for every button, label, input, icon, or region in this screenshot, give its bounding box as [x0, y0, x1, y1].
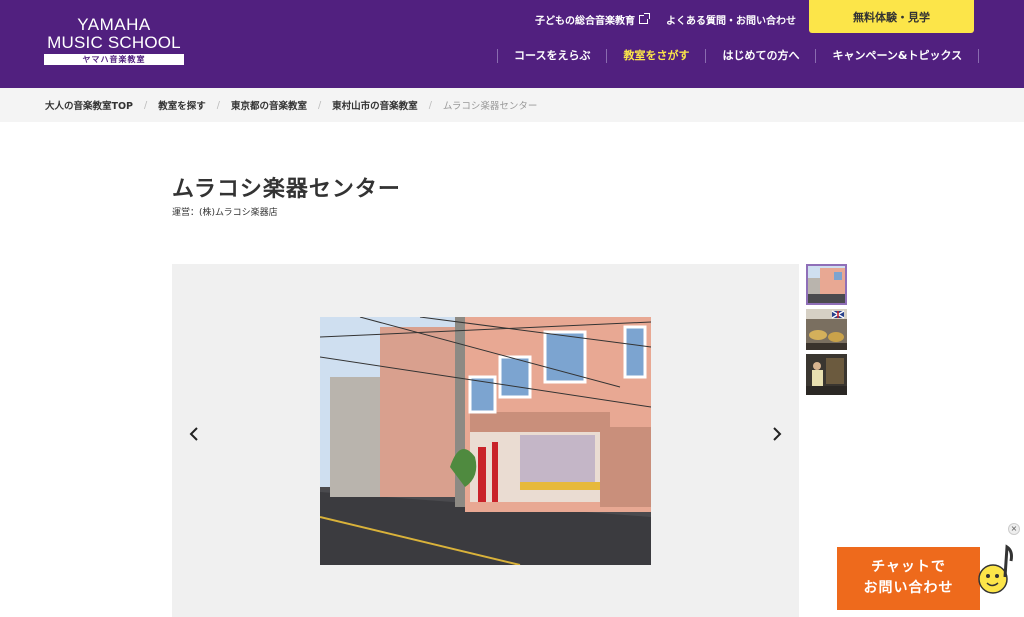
- breadcrumb-separator: /: [428, 99, 432, 111]
- util-link-kids-education[interactable]: 子どもの総合音楽教育: [535, 12, 650, 27]
- breadcrumb: 大人の音楽教室TOP / 教室を探す / 東京都の音楽教室 / 東村山市の音楽教…: [0, 88, 1024, 122]
- util-link-faq-contact[interactable]: よくある質問・お問い合わせ: [666, 12, 796, 27]
- nav-item-beginners[interactable]: はじめての方へ: [706, 48, 815, 64]
- nav-separator: [978, 49, 980, 63]
- logo-line-3: ヤマハ音楽教室: [44, 54, 184, 65]
- operator-text: 運営：(株)ムラコシ楽器店: [172, 208, 278, 218]
- breadcrumb-item[interactable]: 東京都の音楽教室: [231, 98, 307, 112]
- breadcrumb-item[interactable]: 教室を探す: [158, 98, 206, 112]
- chat-contact-button[interactable]: チャットで お問い合わせ: [837, 547, 980, 610]
- breadcrumb-item[interactable]: 大人の音楽教室TOP: [45, 98, 133, 112]
- yamaha-logo[interactable]: YAMAHA MUSIC SCHOOL ヤマハ音楽教室: [44, 16, 184, 65]
- chat-label-line-1: チャットで: [871, 559, 946, 575]
- free-trial-button[interactable]: 無料体験・見学: [809, 0, 974, 33]
- page-title: ムラコシ楽器センター: [172, 177, 401, 202]
- gallery-thumbnails: [806, 264, 848, 399]
- logo-line-1: YAMAHA: [77, 15, 151, 34]
- gallery-thumbnail-3[interactable]: [806, 354, 847, 395]
- gallery-thumbnail-1[interactable]: [806, 264, 847, 305]
- chevron-left-icon[interactable]: [188, 427, 202, 441]
- shop-interior-thumb: [806, 354, 847, 395]
- chat-label-line-2: お問い合わせ: [863, 580, 954, 596]
- chevron-right-icon[interactable]: [769, 427, 783, 441]
- breadcrumb-separator: /: [317, 99, 322, 111]
- utility-links: 子どもの総合音楽教育 よくある質問・お問い合わせ: [535, 12, 796, 27]
- external-link-icon: [639, 13, 650, 24]
- storefront-thumb: [806, 264, 847, 305]
- chat-close-button[interactable]: ×: [1008, 523, 1020, 535]
- site-header: YAMAHA MUSIC SCHOOL ヤマハ音楽教室 子どもの総合音楽教育 よ…: [0, 0, 1024, 88]
- nav-item-courses[interactable]: コースをえらぶ: [498, 48, 606, 64]
- music-note-mascot-icon: [978, 544, 1013, 594]
- nav-item-campaign-topics[interactable]: キャンペーン&トピックス: [816, 48, 978, 64]
- breadcrumb-separator: /: [216, 99, 220, 111]
- breadcrumb-separator: /: [144, 99, 148, 111]
- gallery-main-photo: [320, 317, 651, 565]
- gallery-thumbnail-2[interactable]: [806, 309, 847, 350]
- nav-item-find-school[interactable]: 教室をさがす: [607, 48, 705, 64]
- logo-line-2: MUSIC SCHOOL: [47, 33, 181, 52]
- storefront-photo: [320, 317, 651, 565]
- photo-gallery: [172, 264, 799, 617]
- breadcrumb-current: ムラコシ楽器センター: [442, 101, 538, 112]
- global-nav: コースをえらぶ 教室をさがす はじめての方へ キャンペーン&トピックス: [497, 48, 980, 64]
- breadcrumb-item[interactable]: 東村山市の音楽教室: [332, 98, 418, 112]
- classroom-thumb: [806, 309, 847, 350]
